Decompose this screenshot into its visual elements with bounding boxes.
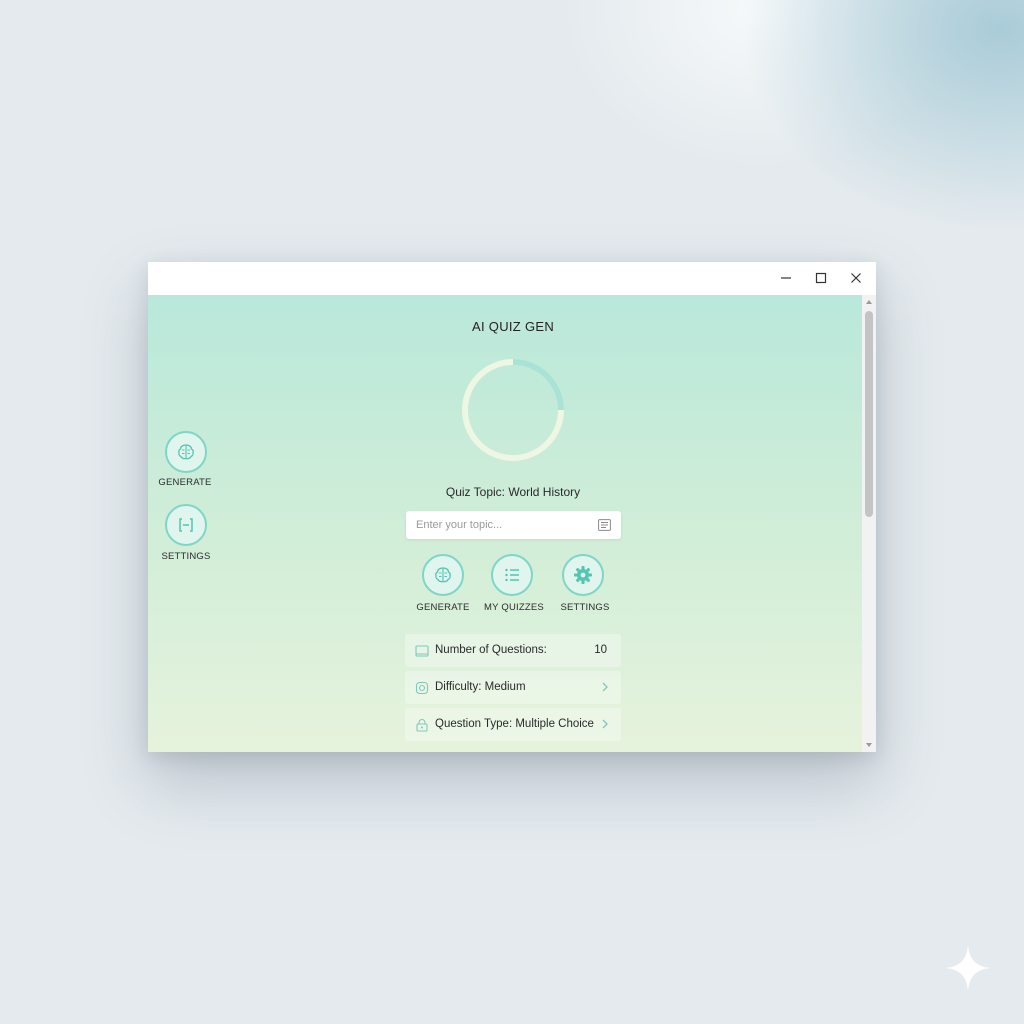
chevron-right-icon <box>602 719 608 729</box>
close-button[interactable] <box>844 268 868 288</box>
document-icon[interactable] <box>598 519 611 531</box>
progress-ring <box>462 359 564 461</box>
chevron-right-icon <box>602 682 608 692</box>
list-icon <box>505 568 519 582</box>
topic-input[interactable] <box>406 511 596 539</box>
app-window: AI QUIZ GEN GENERATE SETTINGS Quiz Topic… <box>148 262 876 752</box>
my-quizzes-label: MY QUIZZES <box>484 602 544 613</box>
brain-icon <box>178 444 194 460</box>
chevron-down-icon <box>866 743 872 747</box>
maximize-button[interactable] <box>809 268 833 288</box>
brain-icon <box>435 567 451 583</box>
bracket-frame-icon <box>179 518 193 532</box>
generate-label: GENERATE <box>416 602 470 613</box>
my-quizzes-button[interactable] <box>491 554 533 596</box>
lock-icon <box>416 719 428 732</box>
number-of-questions-label: Number of Questions: <box>435 644 547 656</box>
question-type-label: Question Type: Multiple Choice <box>435 718 594 730</box>
vertical-scrollbar[interactable] <box>862 295 876 752</box>
close-icon <box>851 273 861 283</box>
target-icon <box>415 681 429 695</box>
difficulty-label: Difficulty: Medium <box>435 681 526 693</box>
main-content: AI QUIZ GEN GENERATE SETTINGS Quiz Topic… <box>148 295 862 752</box>
generate-button[interactable] <box>422 554 464 596</box>
maximize-icon <box>815 272 827 284</box>
scrollbar-thumb[interactable] <box>865 311 873 517</box>
minimize-button[interactable] <box>774 268 798 288</box>
title-bar <box>148 262 876 295</box>
question-type-row[interactable]: Question Type: Multiple Choice <box>405 708 621 741</box>
settings-label: SETTINGS <box>560 602 610 613</box>
sparkle-icon <box>945 945 991 991</box>
side-generate-button[interactable] <box>165 431 207 473</box>
app-title: AI QUIZ GEN <box>471 319 555 334</box>
topic-field <box>406 511 621 539</box>
number-of-questions-value[interactable]: 10 <box>594 644 607 656</box>
topic-label: Quiz Topic: World History <box>445 485 581 499</box>
minimize-icon <box>781 277 791 279</box>
progress-ring-fill <box>512 359 564 411</box>
gear-icon <box>574 566 592 584</box>
chevron-up-icon <box>866 300 872 304</box>
side-settings-button[interactable] <box>165 504 207 546</box>
scroll-up-arrow[interactable] <box>865 298 873 306</box>
book-icon <box>415 645 429 657</box>
difficulty-row[interactable]: Difficulty: Medium <box>405 671 621 704</box>
settings-button[interactable] <box>562 554 604 596</box>
scroll-down-arrow[interactable] <box>865 741 873 749</box>
side-settings-label: SETTINGS <box>161 551 211 562</box>
number-of-questions-row[interactable]: Number of Questions: 10 <box>405 634 621 667</box>
